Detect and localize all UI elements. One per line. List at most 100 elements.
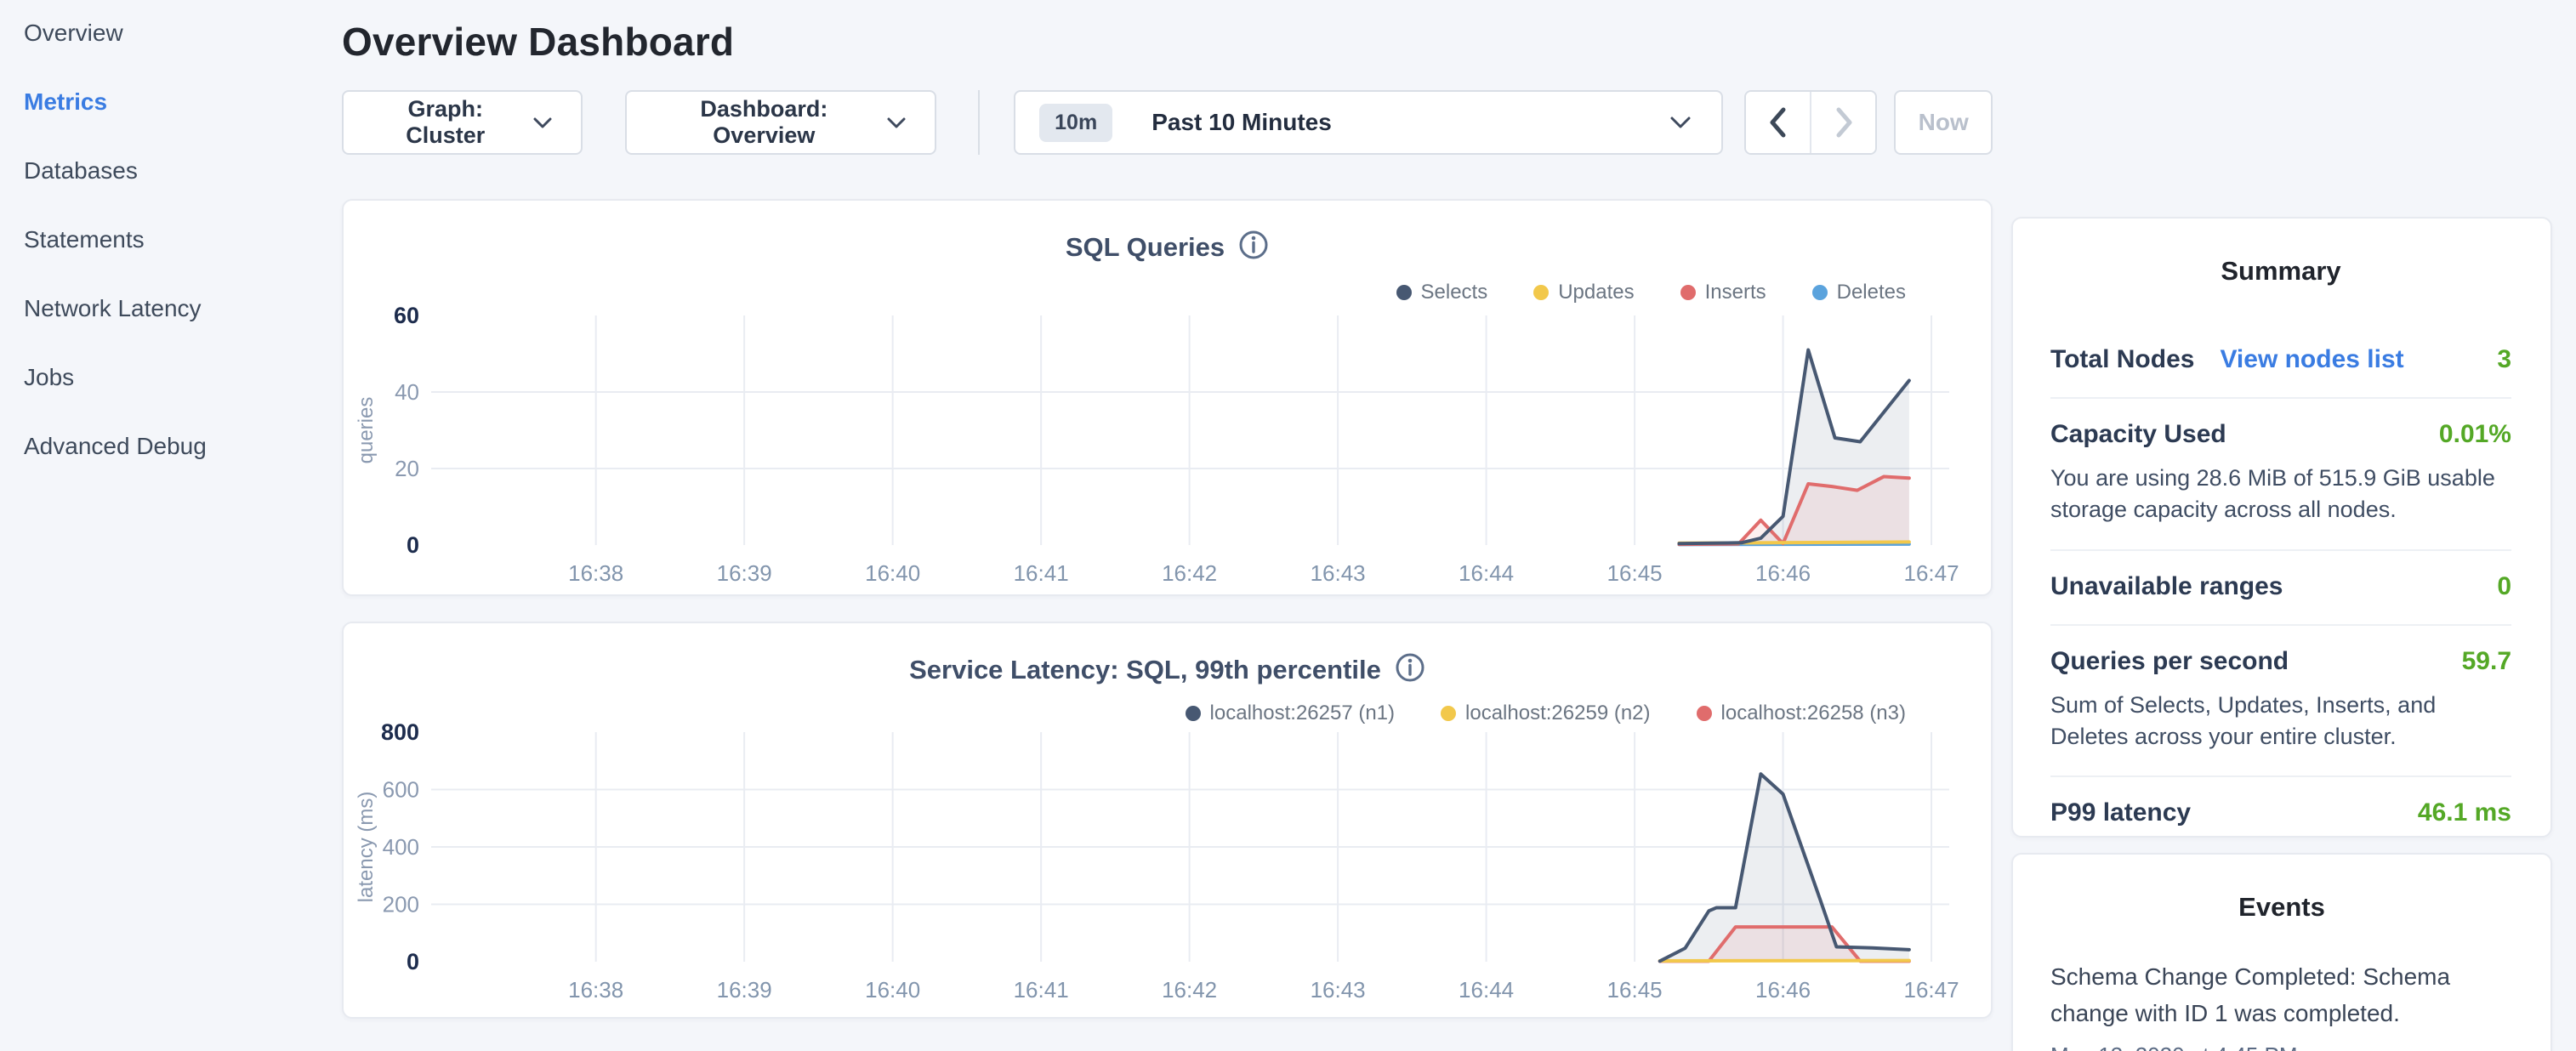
svg-text:600: 600 [383, 777, 419, 803]
svg-text:16:44: 16:44 [1459, 977, 1514, 1003]
main-content: Overview Dashboard Graph: Cluster Dashbo… [342, 0, 1993, 1019]
legend-item-localhost-26259-n2[interactable]: localhost:26259 (n2) [1441, 702, 1650, 725]
summary-row-description: Sum of Selects, Updates, Inserts, and De… [2050, 690, 2511, 753]
summary-title: Summary [2050, 256, 2511, 287]
summary-rows: Total NodesView nodes list3Capacity Used… [2050, 324, 2511, 838]
controls-divider [978, 90, 980, 155]
info-icon[interactable] [1395, 652, 1425, 687]
summary-row-label: Unavailable ranges [2050, 572, 2283, 601]
legend-dot [1441, 706, 1456, 721]
sidebar: Overview Metrics Databases Statements Networ… [24, 19, 313, 501]
chart-plot[interactable]: 16:38 16:39 16:40 16:41 16:42 16:43 16:44 16:45… [344, 724, 1993, 1013]
legend-label: Deletes [1837, 281, 1906, 304]
sidebar-item-advanced-debug[interactable]: Advanced Debug [24, 432, 313, 461]
chart-plot[interactable]: 16:3816:3916:4016:4116:4216:4316:4416:45… [344, 307, 1993, 596]
summary-row-label: P99 latency [2050, 798, 2191, 827]
sidebar-item-metrics[interactable]: Metrics [24, 88, 313, 116]
legend-dot [1697, 706, 1712, 721]
svg-text:16:38: 16:38 [568, 977, 623, 1003]
svg-text:40: 40 [395, 379, 419, 405]
next-window-button[interactable] [1811, 92, 1875, 153]
svg-text:16:43: 16:43 [1311, 977, 1366, 1003]
legend-dot [1812, 285, 1828, 300]
legend-label: localhost:26257 (n1) [1210, 702, 1395, 725]
legend-label: localhost:26259 (n2) [1465, 702, 1650, 725]
svg-text:16:42: 16:42 [1162, 977, 1217, 1003]
events-list: Schema Change Completed: Schema change w… [2050, 958, 2513, 1051]
dashboard-select-dropdown-label: Dashboard: Overview [656, 96, 872, 149]
event-timestamp: May 13, 2020 at 4:45 PM [2050, 1042, 2513, 1051]
svg-text:16:41: 16:41 [1014, 977, 1069, 1003]
svg-text:200: 200 [383, 892, 419, 917]
legend-item-localhost-26257-n1[interactable]: localhost:26257 (n1) [1186, 702, 1395, 725]
sidebar-item-databases[interactable]: Databases [24, 156, 313, 185]
svg-text:16:40: 16:40 [865, 977, 920, 1003]
summary-row-p99-latency: P99 latency 46.1 ms [2050, 775, 2511, 838]
summary-row-value: 0 [2497, 572, 2511, 601]
svg-text:20: 20 [395, 456, 419, 481]
graph-scope-dropdown-label: Graph: Cluster [372, 96, 518, 149]
now-button[interactable]: Now [1894, 90, 1993, 155]
chart-header: SQL Queries [344, 230, 1991, 264]
graph-scope-dropdown[interactable]: Graph: Cluster [342, 90, 583, 155]
legend-dot [1186, 706, 1201, 721]
summary-panel: Summary Total NodesView nodes list3Capac… [2011, 217, 2552, 838]
svg-text:16:42: 16:42 [1162, 560, 1217, 586]
dashboard-select-dropdown[interactable]: Dashboard: Overview [625, 90, 936, 155]
chart-card-sql-queries: SQL Queries Selects Updates Inserts Deletes… [342, 199, 1993, 596]
time-range-dropdown[interactable]: 10m Past 10 Minutes [1014, 90, 1722, 155]
events-panel: Events Schema Change Completed: Schema c… [2011, 853, 2552, 1051]
svg-text:400: 400 [383, 834, 419, 860]
legend-item-localhost-26258-n3[interactable]: localhost:26258 (n3) [1697, 702, 1906, 725]
summary-row-queries-per-second: Queries per second59.7Sum of Selects, Up… [2050, 624, 2511, 776]
view-nodes-list-link[interactable]: View nodes list [2220, 345, 2403, 374]
chevron-left-icon [1768, 107, 1787, 138]
chevron-right-icon [1834, 107, 1853, 138]
svg-text:0: 0 [407, 949, 419, 974]
summary-row-value: 59.7 [2462, 647, 2511, 676]
svg-text:0: 0 [407, 532, 419, 558]
prev-window-button[interactable] [1746, 92, 1810, 153]
svg-text:16:45: 16:45 [1607, 977, 1663, 1003]
svg-text:16:46: 16:46 [1755, 560, 1811, 586]
svg-text:16:46: 16:46 [1755, 977, 1811, 1003]
sidebar-item-statements[interactable]: Statements [24, 225, 313, 254]
legend-item-selects[interactable]: Selects [1396, 281, 1488, 304]
chart-title: Service Latency: SQL, 99th percentile [909, 655, 1381, 685]
summary-row-label: Total Nodes [2050, 345, 2194, 374]
legend-dot [1533, 285, 1549, 300]
svg-text:16:40: 16:40 [865, 560, 920, 586]
info-icon[interactable] [1238, 230, 1269, 264]
chart-card-service-latency: Service Latency: SQL, 99th percentile lo… [342, 622, 1993, 1019]
legend-label: Selects [1421, 281, 1488, 304]
svg-text:60: 60 [394, 307, 419, 328]
event-item[interactable]: Schema Change Completed: Schema change w… [2050, 958, 2513, 1051]
events-title: Events [2050, 892, 2513, 923]
sidebar-item-overview[interactable]: Overview [24, 19, 313, 48]
legend-item-inserts[interactable]: Inserts [1680, 281, 1766, 304]
sidebar-item-jobs[interactable]: Jobs [24, 363, 313, 392]
summary-row-value: 46.1 ms [2418, 798, 2511, 827]
legend-item-deletes[interactable]: Deletes [1812, 281, 1906, 304]
legend-label: Inserts [1705, 281, 1766, 304]
svg-text:16:45: 16:45 [1607, 560, 1663, 586]
svg-text:16:39: 16:39 [717, 560, 772, 586]
summary-row-description: You are using 28.6 MiB of 515.9 GiB usab… [2050, 463, 2511, 526]
svg-text:16:47: 16:47 [1904, 560, 1959, 586]
chevron-down-icon [533, 117, 552, 128]
time-window-pager [1744, 90, 1878, 155]
event-text: Schema Change Completed: Schema change w… [2050, 958, 2484, 1032]
svg-text:16:41: 16:41 [1014, 560, 1069, 586]
summary-row-value: 0.01% [2439, 420, 2511, 449]
legend-dot [1680, 285, 1696, 300]
svg-text:16:39: 16:39 [717, 977, 772, 1003]
summary-row-value: 3 [2497, 345, 2511, 374]
chart-legend: Selects Updates Inserts Deletes [1396, 281, 1907, 304]
svg-text:16:43: 16:43 [1311, 560, 1366, 586]
legend-item-updates[interactable]: Updates [1533, 281, 1634, 304]
dashboard-controls: Graph: Cluster Dashboard: Overview 10m P… [342, 90, 1993, 155]
time-range-badge: 10m [1039, 104, 1112, 142]
page-title: Overview Dashboard [342, 19, 1993, 65]
sidebar-item-network-latency[interactable]: Network Latency [24, 294, 313, 323]
chart-header: Service Latency: SQL, 99th percentile [344, 652, 1991, 687]
